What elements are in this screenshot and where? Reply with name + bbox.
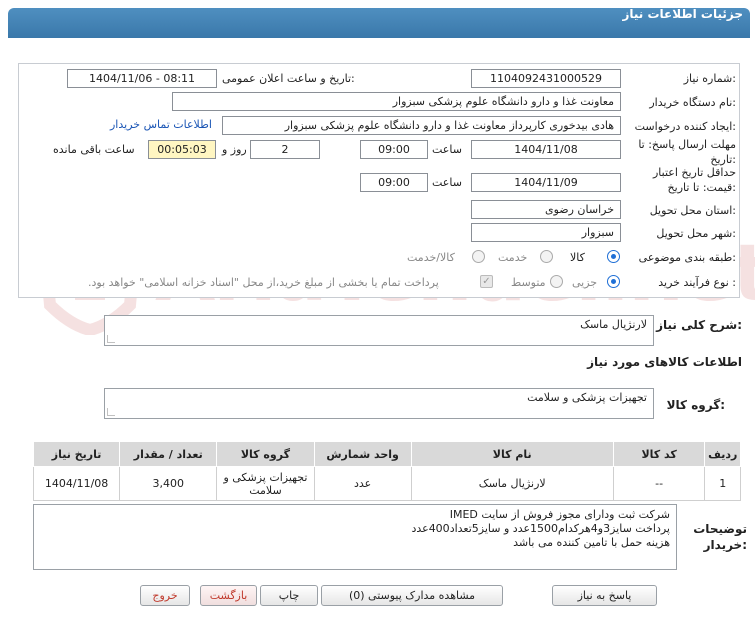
price-validity-date: 1404/11/09 (471, 173, 621, 192)
process-option-minor: جزیی (572, 276, 598, 289)
category-label: طبقه بندی موضوعی: (638, 251, 736, 264)
buyer-org-label: نام دستگاه خریدار: (649, 96, 736, 109)
reply-deadline-time-label: ساعت (432, 143, 462, 156)
category-radio-goods-service[interactable] (472, 250, 485, 263)
province-label: استان محل تحویل: (649, 204, 736, 217)
process-type-label: نوع فرآیند خرید : (658, 276, 736, 289)
city-field: سبزوار (471, 223, 621, 242)
need-number-field: 1104092431000529 (471, 69, 621, 88)
category-radio-service[interactable] (540, 250, 553, 263)
price-validity-time: 09:00 (360, 173, 428, 192)
buyer-notes-textarea[interactable]: شرکت ثبت ودارای مجوز فروش از سایت IMED پ… (33, 504, 677, 570)
cell-item-name: لارنژیال ماسک (410, 466, 614, 501)
category-radio-goods[interactable] (607, 250, 620, 263)
attachments-button[interactable]: مشاهده مدارک پیوستی (0) (321, 585, 503, 606)
remaining-time-label: ساعت باقی مانده (53, 143, 135, 156)
items-table: ردیف کد کالا نام کالا واحد شمارش گروه کا… (32, 441, 741, 501)
announce-datetime-label: تاریخ و ساعت اعلان عمومی: (222, 72, 355, 85)
col-header-quantity: تعداد / مقدار (119, 441, 218, 467)
resize-handle-icon[interactable] (107, 335, 115, 343)
cell-item-code: -- (612, 466, 706, 501)
col-header-need-date: تاریخ نیاز (32, 441, 121, 467)
buyer-notes-line: پرداخت سایز3و4هرکدام1500عدد و سایز5تعداد… (411, 522, 670, 535)
cell-need-date: 1404/11/08 (32, 466, 121, 501)
cell-quantity: 3,400 (119, 466, 218, 501)
reply-button[interactable]: پاسخ به نیاز (552, 585, 657, 606)
requester-label: ایجاد کننده درخواست: (634, 120, 736, 133)
col-header-row-number: ردیف (704, 441, 741, 467)
reply-deadline-time: 09:00 (360, 140, 428, 159)
need-number-label: شماره نیاز: (683, 72, 736, 85)
col-header-item-code: کد کالا (612, 441, 706, 467)
back-button[interactable]: بازگشت (200, 585, 257, 606)
table-header-row: ردیف کد کالا نام کالا واحد شمارش گروه کا… (32, 441, 741, 467)
price-validity-label-2: قیمت: تا تاریخ: (667, 181, 736, 194)
cell-goods-group: تجهیزات پزشکی و سلامت (216, 466, 315, 501)
treasury-payment-note: پرداخت تمام یا بخشی از مبلغ خرید،از محل … (88, 276, 439, 289)
reply-deadline-date: 1404/11/08 (471, 140, 621, 159)
cell-unit: عدد (313, 466, 412, 501)
process-radio-minor[interactable] (607, 275, 620, 288)
col-header-unit: واحد شمارش (313, 441, 412, 467)
price-validity-label: حداقل تاریخ اعتبار (652, 166, 736, 179)
price-validity-time-label: ساعت (432, 176, 462, 189)
buyer-notes-label-2: خریدار: (703, 538, 747, 552)
reply-days-field: 2 (250, 140, 320, 159)
goods-group-label: گروه کالا: (666, 398, 725, 412)
announce-datetime-field: 1404/11/06 - 08:11 (67, 69, 217, 88)
buyer-notes-line: هزینه حمل با تامین کننده می باشد (513, 536, 670, 549)
exit-button[interactable]: خروج (140, 585, 190, 606)
buyer-notes-label: توضیحات (693, 522, 747, 536)
table-row[interactable]: 1 -- لارنژیال ماسک عدد تجهیزات پزشکی و س… (32, 466, 741, 501)
category-option-service: خدمت (498, 251, 528, 264)
goods-group-text: تجهیزات پزشکی و سلامت (527, 391, 647, 404)
category-option-goods: کالا (570, 251, 585, 264)
category-option-goods-service: کالا/خدمت (407, 251, 455, 264)
page-title: جزئیات اطلاعات نیاز (622, 7, 743, 21)
print-button[interactable]: چاپ (260, 585, 318, 606)
cell-row-number: 1 (704, 466, 741, 501)
description-textarea[interactable]: لارنژیال ماسک (104, 315, 654, 346)
reply-deadline-label-2: تاریخ: (710, 153, 736, 166)
process-option-medium: متوسط (511, 276, 546, 289)
description-label: شرح کلی نیاز: (656, 318, 742, 332)
goods-info-title: اطلاعات کالاهای مورد نیاز (587, 355, 742, 369)
col-header-goods-group: گروه کالا (216, 441, 315, 467)
city-label: شهر محل تحویل: (656, 227, 736, 240)
buyer-contact-link[interactable]: اطلاعات تماس خریدار (110, 118, 212, 131)
requester-field: هادی بیدخوری کارپرداز معاونت غذا و دارو … (222, 116, 621, 135)
remaining-time-field: 00:05:03 (148, 140, 216, 159)
goods-group-textarea[interactable]: تجهیزات پزشکی و سلامت (104, 388, 654, 419)
buyer-org-field: معاونت غذا و دارو دانشگاه علوم پزشکی سبز… (172, 92, 621, 111)
province-field: خراسان رضوی (471, 200, 621, 219)
treasury-payment-checkbox[interactable]: ✓ (480, 275, 493, 288)
col-header-item-name: نام کالا (410, 441, 614, 467)
description-text: لارنژیال ماسک (580, 318, 647, 331)
reply-days-label: روز و (222, 143, 247, 156)
buyer-notes-line: شرکت ثبت ودارای مجوز فروش از سایت IMED (449, 508, 670, 521)
resize-handle-icon[interactable] (107, 408, 115, 416)
reply-deadline-label: مهلت ارسال پاسخ: تا (638, 138, 736, 151)
process-radio-medium[interactable] (550, 275, 563, 288)
